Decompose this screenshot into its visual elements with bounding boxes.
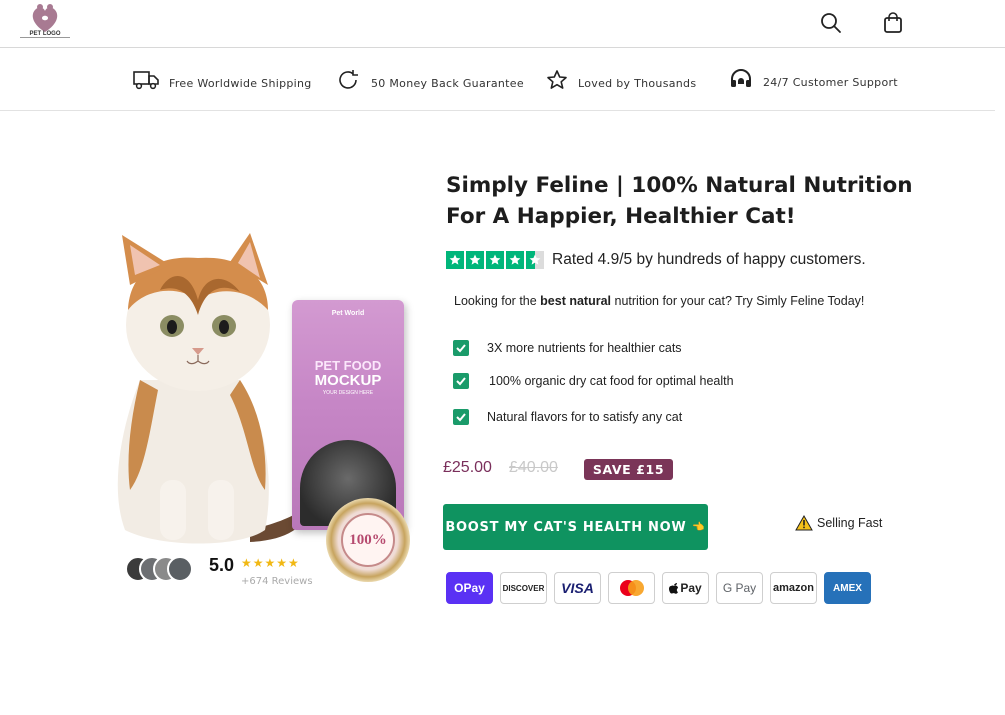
star-outline-icon [547,70,567,89]
product-title: Simply Feline | 100% Natural Nutrition F… [446,173,913,229]
feature-item: 100% organic dry cat food for optimal he… [453,373,734,389]
benefit-label: Loved by Thousands [578,76,697,90]
visa-icon: VISA [554,572,601,604]
selling-fast-label: Selling Fast [817,516,883,530]
satisfaction-seal: 100% [326,498,410,582]
site-header: PET LOGO [0,0,1005,48]
feature-label: 100% organic dry cat food for optimal he… [489,374,734,388]
benefit-shipping: Free Worldwide Shipping [133,69,312,91]
star-icon [506,251,524,269]
checkbox-icon [453,373,469,389]
benefit-loved: Loved by Thousands [546,69,696,91]
trustpilot-rating: Rated 4.9/5 by hundreds of happy custome… [446,251,866,269]
mastercard-icon [608,572,655,604]
discover-icon: DISCOVER [500,572,547,604]
selling-fast-badge: Selling Fast [795,515,882,531]
kitten-illustration [117,233,315,544]
intro-text: Looking for the [454,294,541,308]
review-count[interactable]: +674 Reviews [241,576,313,587]
feature-label: 3X more nutrients for healthier cats [487,341,682,355]
feature-item: Natural flavors for to satisfy any cat [453,409,682,425]
product-intro: Looking for the best natural nutrition f… [454,294,864,308]
trustpilot-stars [446,251,544,269]
reviewer-avatars [125,556,205,584]
avatar [167,556,193,582]
review-stars: ★★★★★ [241,556,300,570]
checkbox-icon [453,340,469,356]
review-score: 5.0 [209,555,235,575]
apple-pay-label: Pay [680,581,702,595]
half-star-icon [526,251,544,269]
feature-item: 3X more nutrients for healthier cats [453,340,682,356]
shopping-bag-icon[interactable] [880,10,906,36]
payment-methods: OPay DISCOVER VISA Pay G Pay amazon AMEX [446,572,871,604]
search-icon[interactable] [818,10,844,36]
bag-subtitle: YOUR DESIGN HERE [322,390,374,396]
headset-icon [731,69,751,87]
benefit-label: 24/7 Customer Support [763,75,898,89]
current-price: £25.00 [443,459,492,476]
bag-title-line2: MOCKUP [314,372,382,389]
star-icon [466,251,484,269]
pointing-hand-icon: 👈 [692,521,706,533]
boost-health-button[interactable]: BOOST MY CAT'S HEALTH NOW 👈 [443,504,708,550]
opay-icon: OPay [446,572,493,604]
cta-label: BOOST MY CAT'S HEALTH NOW [445,519,687,535]
truck-icon [133,71,159,90]
star-icon [446,251,464,269]
hero-image: Pet World PET FOOD MOCKUP YOUR DESIGN HE… [100,230,420,600]
pet-logo[interactable]: PET LOGO [20,2,70,44]
refresh-icon [339,70,358,89]
feature-label: Natural flavors for to satisfy any cat [487,410,683,424]
amex-icon: AMEX [824,572,871,604]
pet-food-bag: Pet World PET FOOD MOCKUP YOUR DESIGN HE… [292,300,404,530]
original-price: £40.00 [509,459,558,476]
benefit-label: Free Worldwide Shipping [169,76,312,90]
intro-bold: best natural [540,294,612,308]
benefits-bar: Free Worldwide Shipping 50 Money Back Gu… [0,49,995,111]
rating-text: Rated 4.9/5 by hundreds of happy custome… [552,251,866,268]
star-icon [486,251,504,269]
bag-brand: Pet World [331,310,365,317]
bag-title-line1: PET FOOD [314,358,382,373]
logo-text: PET LOGO [20,31,70,38]
amazon-pay-icon: amazon [770,572,817,604]
apple-icon [669,583,679,594]
save-badge: SAVE £15 [584,459,673,480]
google-pay-icon: G Pay [716,572,763,604]
seal-text: 100% [341,513,395,567]
checkbox-icon [453,409,469,425]
intro-text: nutrition for your cat? Try Simly Feline… [611,294,865,308]
benefit-support: 24/7 Customer Support [729,69,898,91]
apple-pay-icon: Pay [662,572,709,604]
paw-heart-icon [32,4,58,32]
benefit-guarantee: 50 Money Back Guarantee [337,69,524,91]
warning-icon [795,515,813,531]
benefit-label: 50 Money Back Guarantee [371,76,524,90]
